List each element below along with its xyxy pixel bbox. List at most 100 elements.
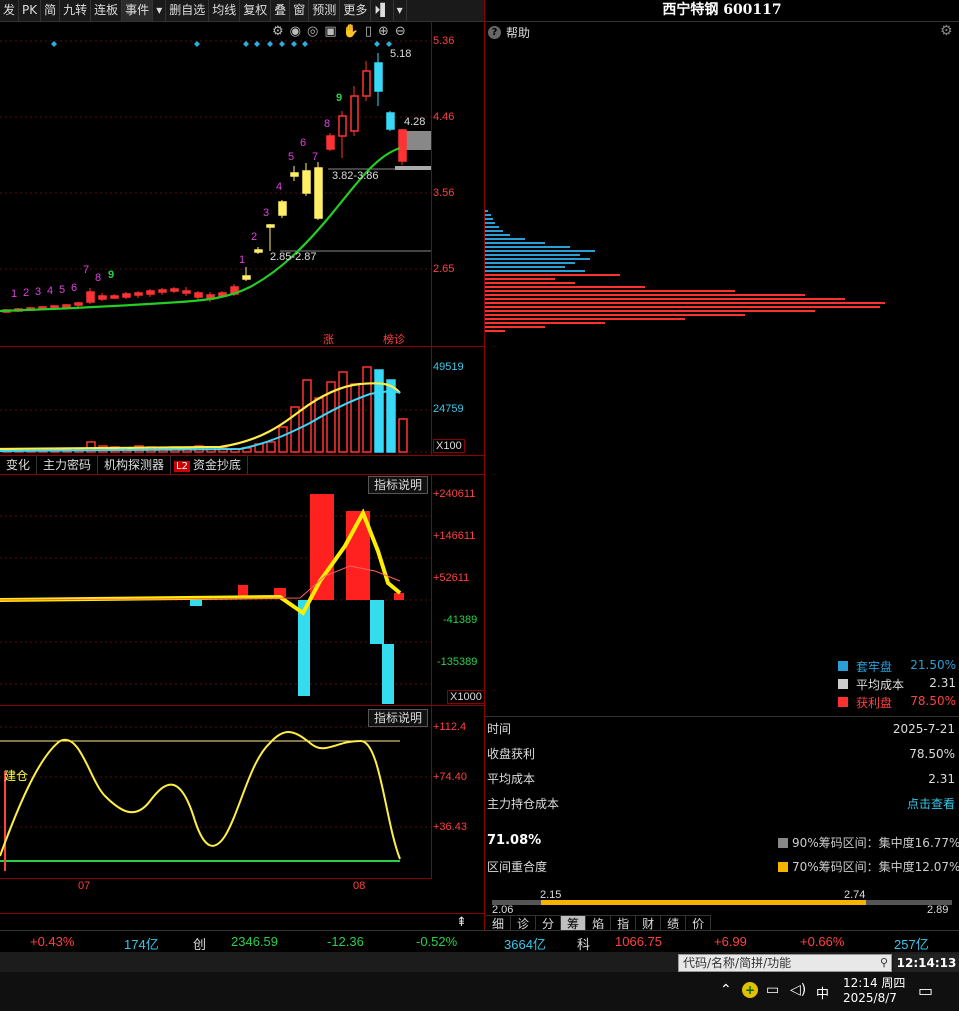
click-view-link[interactable]: 点击查看: [907, 792, 955, 816]
chip-bar: [485, 258, 590, 260]
tb-more-dropdown[interactable]: ▾: [394, 0, 407, 21]
tb-limit-board[interactable]: 连板: [91, 0, 123, 21]
volume-axis-label: 24759: [433, 403, 464, 415]
chip-bar: [485, 254, 580, 256]
candle-body: [62, 304, 71, 308]
gear-icon[interactable]: ⚙: [940, 23, 953, 39]
volume-unit-label: X100: [433, 439, 465, 453]
indicator-explain-button-2[interactable]: 指标说明: [368, 709, 429, 727]
chip-bar: [485, 298, 845, 300]
fund-bar-down: [382, 644, 394, 704]
chip-bar: [485, 270, 585, 272]
index1-pct: +0.43%: [30, 934, 75, 949]
tab-main-force-code[interactable]: 主力密码: [37, 456, 99, 474]
search-box[interactable]: 代码/名称/简拼/功能 ⚲: [678, 954, 892, 972]
chip-bar: [485, 310, 815, 312]
event-diamond-icon: [279, 41, 285, 47]
tb-pk[interactable]: PK: [19, 0, 42, 21]
candle-body: [278, 201, 287, 216]
tab-change[interactable]: 变化: [0, 456, 38, 474]
info-row-close-profit: 收盘获利 78.50%: [487, 747, 955, 761]
tb-nine-turn[interactable]: 九转: [60, 0, 92, 21]
tb-play-icon[interactable]: ⏵▌: [371, 0, 394, 21]
help-row[interactable]: ? 帮助: [488, 24, 530, 41]
search-input[interactable]: 代码/名称/简拼/功能: [683, 955, 791, 971]
tab-fund-bottom[interactable]: 资金抄底: [193, 456, 248, 474]
candle-body: [326, 135, 335, 150]
chip-bar: [485, 294, 805, 296]
windows-taskbar: ⌃ + ▭ ◁) 中 12:14 周四 2025/8/7 ▭: [0, 972, 959, 1011]
info-row-avg-cost: 平均成本 2.31: [487, 772, 955, 786]
chevron-up-icon[interactable]: ⌃: [720, 982, 732, 998]
network-icon[interactable]: ▭: [766, 982, 779, 998]
kline-chart-area[interactable]: [0, 21, 432, 878]
chip-bar: [485, 242, 545, 244]
candle-body: [158, 289, 167, 293]
search-icon[interactable]: ⚲: [880, 955, 888, 971]
tb-remove-watch[interactable]: 删自选: [166, 0, 210, 21]
nine-turn-1b: 1: [239, 254, 246, 266]
tb-event[interactable]: 事件: [122, 0, 154, 21]
candle-body: [374, 62, 383, 92]
chip-bar: [485, 322, 605, 324]
price-axis-label: 5.36: [433, 35, 455, 47]
legend-profit: 获利盘 78.50%: [838, 693, 956, 711]
panel-divider: [484, 0, 485, 930]
volume-bar: [338, 371, 348, 453]
legend-swatch: [838, 679, 848, 689]
tb-overlay[interactable]: 叠: [271, 0, 291, 21]
volume-bar: [302, 379, 312, 453]
taskbar-date[interactable]: 2025/8/7: [843, 991, 897, 1005]
tb-more[interactable]: 更多: [340, 0, 372, 21]
app-tray-icon[interactable]: +: [742, 982, 758, 998]
limit-up-badge[interactable]: 涨: [323, 331, 334, 347]
tb-adjust[interactable]: 复权: [240, 0, 272, 21]
tb-ma[interactable]: 均线: [209, 0, 241, 21]
index1-amount: 174亿: [124, 937, 159, 952]
info-row-time: 时间 2025-7-21: [487, 722, 955, 736]
index2-name[interactable]: 创: [193, 934, 206, 953]
index3-change: +6.99: [714, 934, 747, 949]
scroll-top-icon[interactable]: ⇞: [456, 915, 467, 930]
nine-turn-4: 4: [47, 285, 54, 297]
tab-institution-detector[interactable]: 机构探测器: [98, 456, 172, 474]
range-max-label: 2.89: [927, 904, 949, 916]
fund-bar-down: [370, 600, 384, 644]
notification-icon[interactable]: ▭: [918, 981, 933, 1000]
nine-turn-8b: 8: [324, 118, 331, 130]
chip-bar: [485, 318, 685, 320]
tb-event-dropdown[interactable]: ▾: [153, 0, 167, 21]
nine-turn-3b: 3: [263, 207, 270, 219]
chip-bar: [485, 230, 503, 232]
candle-body: [290, 172, 299, 177]
nine-turn-6: 6: [71, 282, 78, 294]
tb-simple[interactable]: 简: [41, 0, 61, 21]
tb-fa[interactable]: 发: [0, 0, 20, 21]
tab-l2-badge[interactable]: L2: [171, 456, 193, 474]
chip-bar: [485, 250, 595, 252]
build-position-label: 建仓: [4, 769, 29, 783]
event-diamond-icon: [374, 41, 380, 47]
indicator-explain-button[interactable]: 指标说明: [368, 476, 429, 494]
taskbar-time[interactable]: 12:14 周四: [843, 974, 905, 991]
event-diamond-icon: [194, 41, 200, 47]
nine-turn-6b: 6: [300, 137, 307, 149]
tb-window[interactable]: 窗: [290, 0, 310, 21]
volume-icon[interactable]: ◁): [790, 982, 806, 998]
candle-body: [182, 290, 191, 294]
fund-bar-up: [310, 494, 334, 600]
chip-bar: [485, 306, 880, 308]
index2-pct: -0.52%: [416, 934, 458, 949]
tb-forecast[interactable]: 预测: [309, 0, 341, 21]
candle-body: [266, 224, 275, 228]
fund-unit-label: X1000: [447, 690, 485, 704]
stock-title: 西宁特钢 600117: [485, 0, 959, 22]
candle-body: [314, 167, 323, 219]
index3-name[interactable]: 科: [577, 934, 590, 953]
rank-diagnose-badge[interactable]: 榜诊: [383, 331, 405, 347]
candle-body: [170, 288, 179, 292]
candle-body: [362, 70, 371, 97]
candle-body: [98, 295, 107, 300]
date-label: 07: [78, 880, 91, 892]
ime-indicator[interactable]: 中: [816, 983, 829, 1002]
